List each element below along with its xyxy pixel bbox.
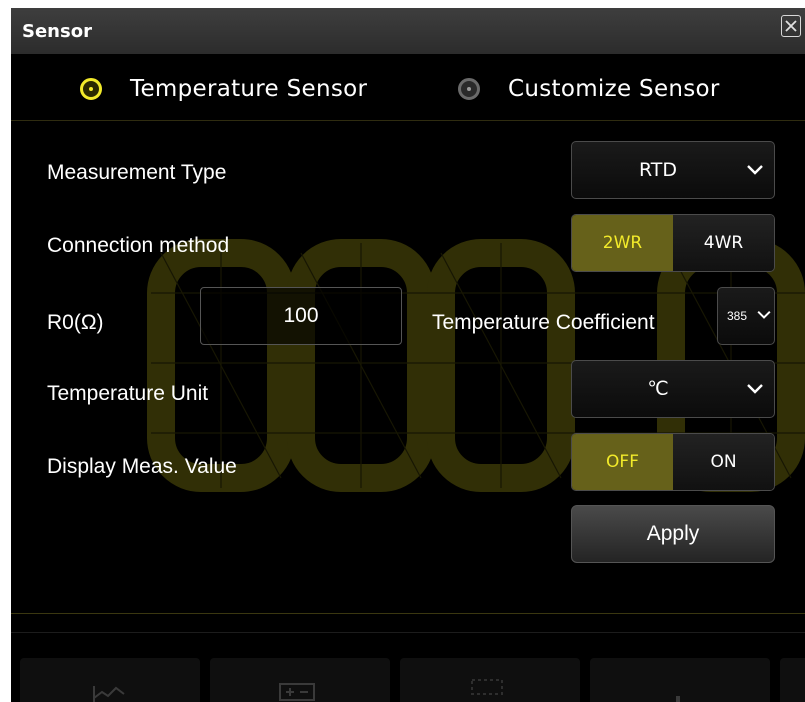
trend-icon [93, 686, 125, 702]
measurement-type-value: RTD [638, 159, 678, 181]
measurement-type-label: Measurement Type [47, 161, 227, 184]
radio-label: Temperature Sensor [130, 76, 368, 102]
display-on-option[interactable]: ON [673, 434, 774, 490]
utility-icon [676, 696, 680, 702]
toolbar-tile-utility[interactable] [590, 658, 770, 702]
temperature-coefficient-label: Temperature Coefficient [432, 311, 655, 334]
display-meas-value-label: Display Meas. Value [47, 455, 237, 478]
temperature-coefficient-value: 385 [726, 309, 748, 323]
sensor-type-selector: Temperature Sensor Customize Sensor [11, 54, 805, 121]
r0-input[interactable]: 100 [200, 287, 402, 345]
select-icon [471, 679, 503, 695]
radio-unselected-icon [458, 78, 480, 100]
close-button[interactable] [781, 15, 801, 37]
radio-customize-sensor[interactable]: Customize Sensor [458, 76, 720, 102]
connection-4wr-option[interactable]: 4WR [673, 215, 774, 271]
temperature-unit-dropdown[interactable]: ℃ [571, 360, 775, 418]
radio-temperature-sensor[interactable]: Temperature Sensor [80, 76, 367, 102]
divider [11, 632, 805, 633]
connection-method-label: Connection method [47, 234, 230, 257]
connection-method-toggle: 2WR 4WR [571, 214, 775, 272]
toolbar-tile-math[interactable] [210, 658, 390, 702]
toolbar-tile-more[interactable] [780, 658, 805, 702]
toolbar-tile-trend[interactable] [20, 658, 200, 702]
sensor-dialog: Sensor Temperature Sensor Customize Sens… [11, 8, 805, 702]
math-icon [279, 683, 315, 701]
display-meas-value-toggle: OFF ON [571, 433, 775, 491]
chevron-down-icon [747, 384, 763, 394]
chevron-down-icon [747, 165, 763, 175]
apply-button[interactable]: Apply [571, 505, 775, 563]
connection-2wr-option[interactable]: 2WR [572, 215, 673, 271]
divider [11, 613, 805, 614]
r0-label: R0(Ω) [47, 311, 104, 334]
radio-selected-icon [80, 78, 102, 100]
chevron-down-icon [757, 310, 771, 319]
title-bar: Sensor [11, 8, 805, 54]
display-off-option[interactable]: OFF [572, 434, 673, 490]
dialog-title: Sensor [22, 21, 92, 42]
close-icon [785, 20, 797, 32]
temperature-unit-label: Temperature Unit [47, 382, 209, 405]
temperature-unit-value: ℃ [647, 378, 669, 400]
measurement-type-dropdown[interactable]: RTD [571, 141, 775, 199]
temperature-coefficient-dropdown[interactable]: 385 [717, 287, 775, 345]
radio-label: Customize Sensor [508, 76, 720, 102]
toolbar-tile-select[interactable] [400, 658, 580, 702]
r0-value: 100 [283, 304, 319, 327]
